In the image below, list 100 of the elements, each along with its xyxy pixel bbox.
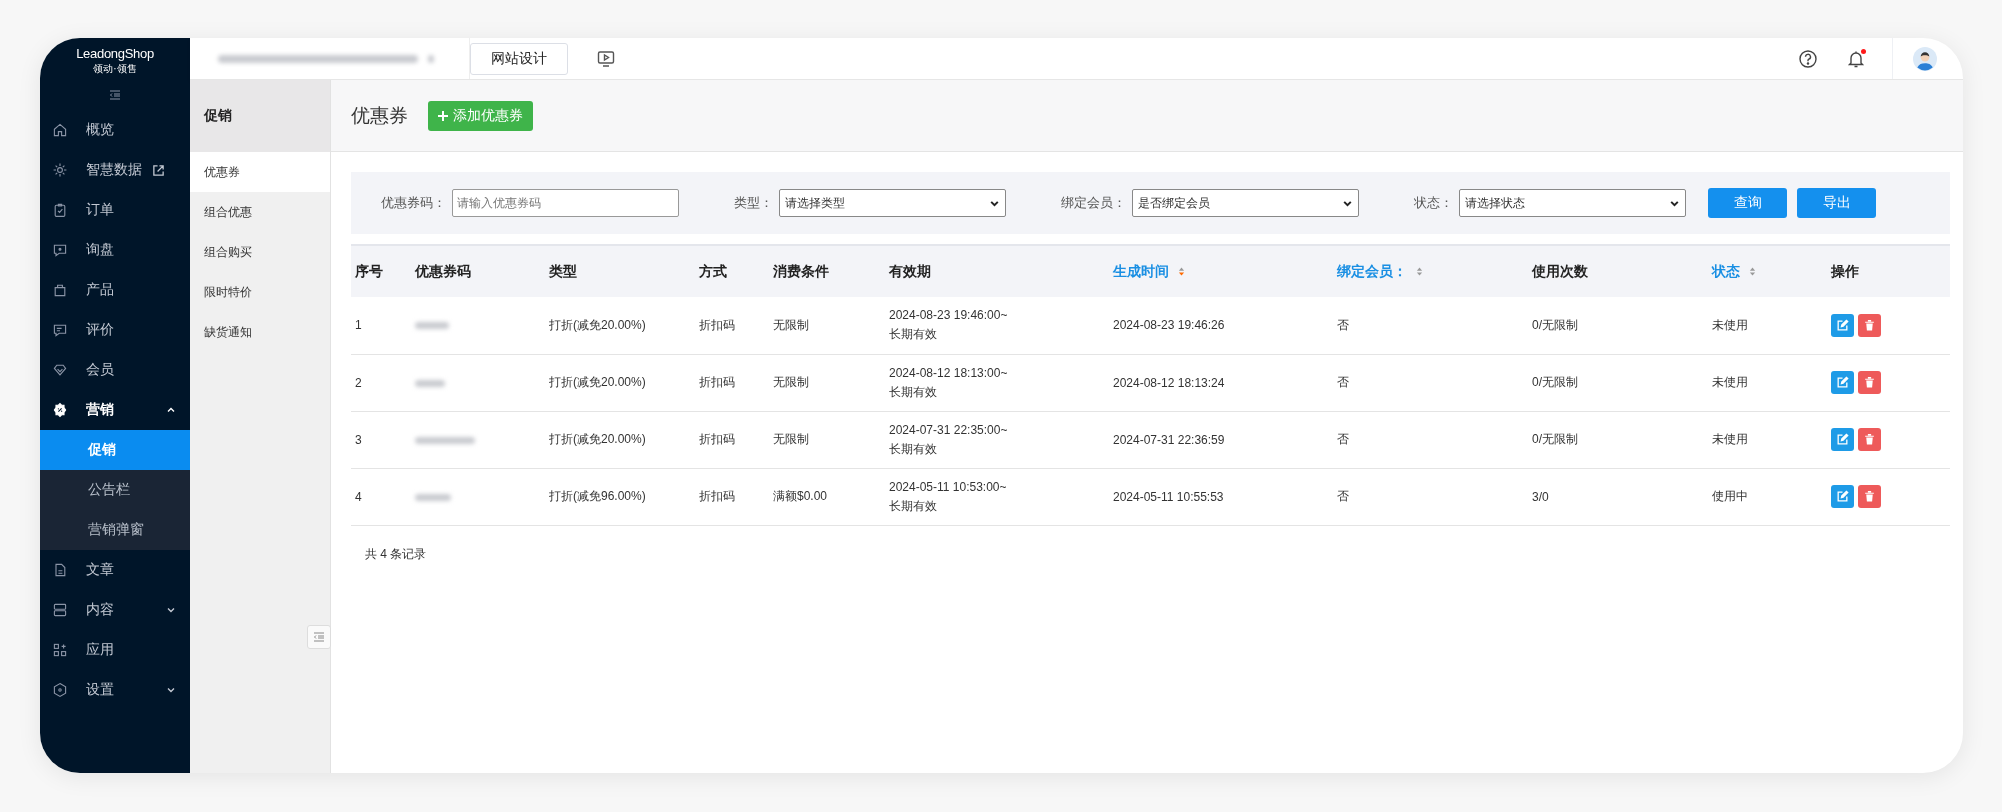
- chevron-up-icon: [166, 405, 176, 415]
- filter-dropdown[interactable]: 是否绑定会员: [1132, 189, 1359, 217]
- edit-button[interactable]: [1831, 428, 1854, 451]
- collapse-menu-icon[interactable]: [109, 90, 121, 100]
- edit-icon: [1836, 490, 1849, 503]
- table-cell: 2024-08-12 18:13:24: [1113, 375, 1225, 390]
- bag-icon: [52, 282, 68, 298]
- sidebar-item[interactable]: 订单: [40, 190, 190, 230]
- settings-icon: [52, 682, 68, 698]
- table-cell: 0/无限制: [1532, 317, 1578, 332]
- sidebar-item[interactable]: 内容: [40, 590, 190, 630]
- sidebar-subitem[interactable]: 营销弹窗: [40, 510, 190, 550]
- edit-button[interactable]: [1831, 313, 1854, 337]
- logo-tagline: 领动·领售: [93, 62, 137, 76]
- sort-icon[interactable]: [1748, 265, 1756, 277]
- trash-icon: [1863, 490, 1876, 503]
- column-header: 有效期: [889, 262, 931, 279]
- table-cell: 0/无限制: [1532, 432, 1578, 446]
- column-header: 消费条件: [773, 262, 829, 279]
- table-cell-text: 2024-08-12 18:13:00~ 长期有效: [889, 364, 1008, 401]
- subnav-title: 促销: [190, 80, 330, 152]
- sidebar-subitem[interactable]: 公告栏: [40, 470, 190, 510]
- collapse-panel-button[interactable]: [307, 625, 331, 649]
- chevron-down-icon: [166, 605, 176, 615]
- subnav-item[interactable]: 优惠券: [190, 152, 330, 192]
- column-header: 序号: [355, 262, 383, 279]
- logo-text: LeadongShop: [76, 46, 154, 61]
- table-cell: 打折(减免20.00%): [549, 375, 646, 389]
- sidebar-item[interactable]: 评价: [40, 310, 190, 350]
- record-count: 共 4 条记录: [365, 545, 428, 563]
- sidebar-item[interactable]: 询盘: [40, 230, 190, 270]
- delete-button[interactable]: [1858, 428, 1881, 451]
- trash-icon: [1863, 318, 1876, 332]
- blurred-coupon-code: [415, 322, 449, 330]
- blurred-coupon-code: [415, 379, 445, 387]
- column-header: 操作: [1831, 262, 1859, 279]
- coupon-code-field[interactable]: 请输入优惠券码: [452, 189, 679, 217]
- table-cell-text: 2024-07-31 22:35:00~ 长期有效: [889, 421, 1008, 458]
- sidebar-item[interactable]: 概览: [40, 110, 190, 150]
- filter-label: 状态：: [1414, 194, 1453, 212]
- filter-label: 类型：: [734, 194, 773, 212]
- filter-dropdown[interactable]: 请选择类型: [779, 189, 1006, 217]
- sidebar-item[interactable]: 设置: [40, 670, 190, 710]
- table-cell-text: 2024-08-23 19:46:00~ 长期有效: [889, 307, 1008, 344]
- sidebar-item[interactable]: 文章: [40, 550, 190, 590]
- table-cell: 否: [1337, 375, 1349, 389]
- sun-icon: [52, 162, 68, 178]
- subnav-item[interactable]: 限时特价: [190, 272, 330, 312]
- column-header: 使用次数: [1532, 262, 1588, 279]
- delete-button[interactable]: [1858, 371, 1881, 394]
- edit-button[interactable]: [1831, 371, 1854, 394]
- column-header: 优惠券码: [415, 262, 471, 279]
- table-cell: 折扣码: [699, 375, 735, 389]
- table-cell: 打折(减免96.00%): [549, 489, 646, 503]
- chevron-down-icon: [166, 685, 176, 695]
- edit-icon: [1836, 433, 1849, 446]
- edit-icon: [1836, 376, 1849, 389]
- subnav-item[interactable]: 组合优惠: [190, 192, 330, 232]
- sidebar-item[interactable]: 会员: [40, 350, 190, 390]
- message-icon: [52, 322, 68, 338]
- filter-dropdown[interactable]: 请选择状态: [1459, 189, 1686, 217]
- table-cell: 3: [355, 432, 362, 447]
- delete-button[interactable]: [1858, 313, 1881, 337]
- table-cell: 折扣码: [699, 489, 735, 503]
- table-cell: 无限制: [773, 317, 809, 332]
- table-cell: 打折(减免20.00%): [549, 317, 646, 332]
- diamond-icon: [52, 362, 68, 378]
- indent-icon: [313, 631, 325, 643]
- subnav-item[interactable]: 缺货通知: [190, 312, 330, 352]
- sidebar-item[interactable]: 营销: [40, 390, 190, 430]
- table-cell: 无限制: [773, 432, 809, 446]
- delete-button[interactable]: [1858, 485, 1881, 508]
- edit-icon: [1836, 318, 1849, 332]
- sort-icon[interactable]: [1415, 265, 1423, 277]
- edit-button[interactable]: [1831, 485, 1854, 508]
- chat-icon: [52, 242, 68, 258]
- page-title: 优惠券: [351, 103, 408, 128]
- home-icon: [52, 122, 68, 138]
- trash-icon: [1863, 433, 1876, 446]
- table-cell: 4: [355, 489, 362, 504]
- help-icon[interactable]: [1798, 48, 1818, 69]
- blurred-mark: [428, 54, 434, 63]
- avatar[interactable]: [1913, 46, 1937, 71]
- sidebar-item[interactable]: 产品: [40, 270, 190, 310]
- table-cell: 2: [355, 375, 362, 390]
- sort-icon[interactable]: [1177, 265, 1185, 277]
- preview-icon[interactable]: [596, 48, 616, 69]
- subnav-item[interactable]: 组合购买: [190, 232, 330, 272]
- sidebar-item[interactable]: 智慧数据: [40, 150, 190, 190]
- table-cell: 否: [1337, 489, 1349, 503]
- table-cell: 未使用: [1712, 317, 1748, 332]
- table-cell: 3/0: [1532, 489, 1549, 504]
- table-cell: 折扣码: [699, 317, 735, 332]
- blurred-coupon-code: [415, 493, 451, 501]
- document-icon: [52, 562, 68, 578]
- server-icon: [52, 602, 68, 618]
- sidebar-item[interactable]: 应用: [40, 630, 190, 670]
- filter-label: 绑定会员：: [1061, 194, 1126, 212]
- table-cell: 否: [1337, 432, 1349, 446]
- website-design-button[interactable]: 网站设计: [470, 42, 568, 75]
